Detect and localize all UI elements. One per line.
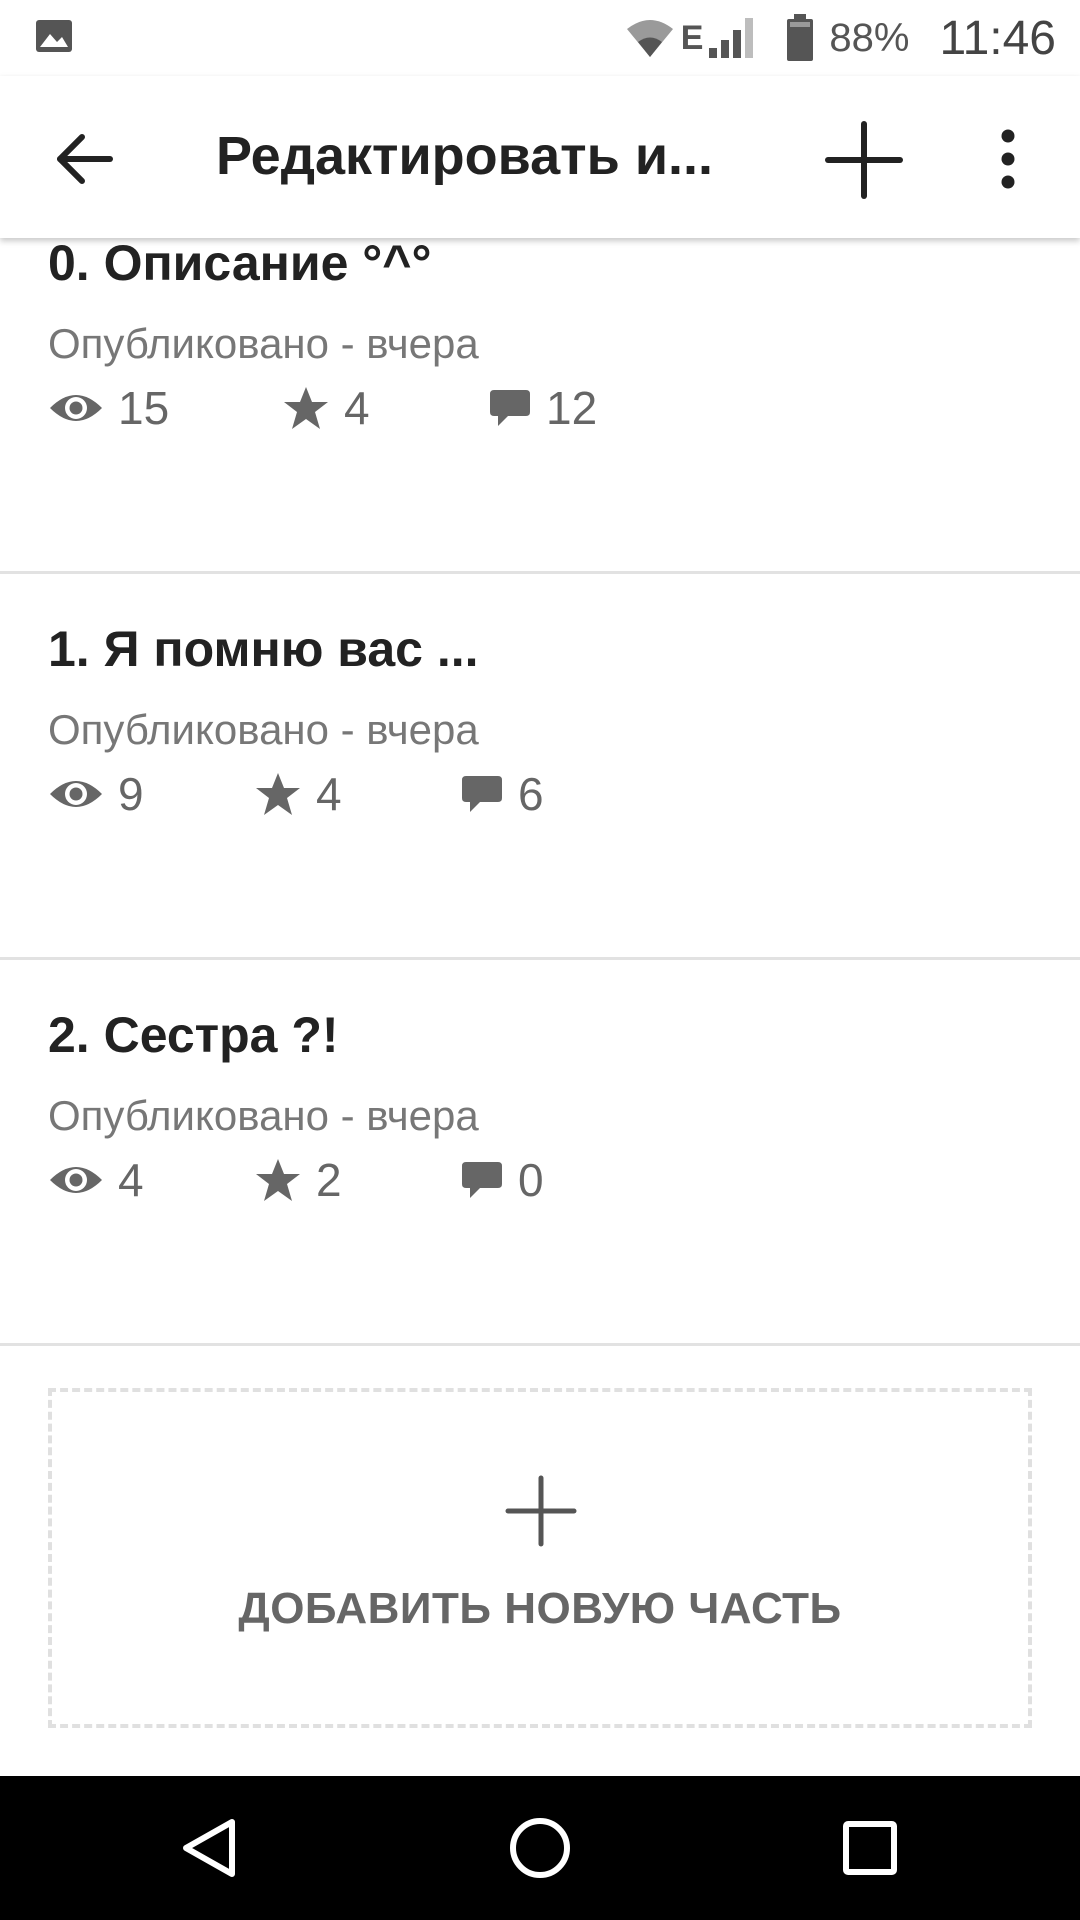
clock: 11:46 (939, 11, 1056, 65)
battery-icon (787, 14, 814, 61)
comment-icon (462, 776, 502, 812)
eye-icon (50, 781, 102, 807)
battery-percent: 88% (829, 15, 910, 60)
votes-stat: 2 (254, 1153, 460, 1207)
toolbar: Редактировать и... (0, 76, 1080, 238)
comment-icon (462, 1162, 502, 1198)
add-new-part-label: ДОБАВИТЬ НОВУЮ ЧАСТЬ (238, 1584, 842, 1633)
recents-square-icon[interactable] (832, 1810, 908, 1886)
part-status: Опубликовано - вчера (48, 1092, 479, 1139)
part-status: Опубликовано - вчера (48, 706, 479, 753)
part-status: Опубликовано - вчера (48, 320, 479, 367)
votes-stat: 4 (282, 381, 488, 435)
wifi-icon (626, 20, 673, 57)
votes-stat: 4 (254, 767, 460, 821)
eye-icon (50, 1167, 102, 1193)
home-circle-icon[interactable] (502, 1810, 578, 1886)
screen: E 88% 11:46 Редактировать и... 0. Описан… (0, 0, 1080, 1920)
add-part-plus-icon[interactable] (818, 114, 910, 206)
views-stat: 15 (48, 381, 282, 435)
votes-count: 4 (316, 768, 342, 820)
part-stats: 9 4 6 (48, 764, 544, 824)
comment-icon (490, 390, 530, 426)
plus-icon (505, 1475, 577, 1547)
comments-count: 12 (546, 382, 598, 434)
views-stat: 9 (48, 767, 254, 821)
votes-count: 4 (344, 382, 370, 434)
signal-icon (709, 18, 754, 58)
votes-count: 2 (316, 1154, 342, 1206)
part-stats: 4 2 0 (48, 1150, 544, 1210)
part-item[interactable]: 2. Сестра ?! Опубликовано - вчера 4 2 0 (0, 960, 1080, 1346)
eye-icon (50, 395, 102, 421)
part-title: 0. Описание °^° (48, 238, 432, 291)
comments-stat: 12 (488, 381, 597, 435)
add-new-part-button[interactable]: ДОБАВИТЬ НОВУЮ ЧАСТЬ (48, 1388, 1032, 1728)
comments-stat: 6 (460, 767, 544, 821)
page-title: Редактировать и... (216, 126, 714, 186)
image-notification-icon (36, 20, 72, 52)
comments-count: 6 (518, 768, 544, 820)
views-count: 15 (118, 382, 170, 434)
part-title: 2. Сестра ?! (48, 1007, 339, 1063)
status-bar: E 88% 11:46 (0, 0, 1080, 76)
part-title: 1. Я помню вас ... (48, 621, 479, 677)
comments-stat: 0 (460, 1153, 544, 1207)
comments-count: 0 (518, 1154, 544, 1206)
views-stat: 4 (48, 1153, 254, 1207)
star-icon (284, 387, 328, 429)
views-count: 9 (118, 768, 144, 820)
star-icon (256, 1159, 300, 1201)
part-item[interactable]: 1. Я помню вас ... Опубликовано - вчера … (0, 574, 1080, 960)
back-triangle-icon[interactable] (172, 1810, 248, 1886)
arrow-back-icon[interactable] (40, 116, 126, 202)
status-indicators: E 88% 11:46 (625, 8, 1056, 68)
views-count: 4 (118, 1154, 144, 1206)
network-type-label: E (680, 18, 704, 57)
part-stats: 15 4 12 (48, 378, 597, 438)
part-item[interactable]: 0. Описание °^° Опубликовано - вчера 15 … (0, 238, 1080, 574)
navigation-bar (0, 1776, 1080, 1920)
more-vertical-icon[interactable] (978, 116, 1038, 202)
star-icon (256, 773, 300, 815)
